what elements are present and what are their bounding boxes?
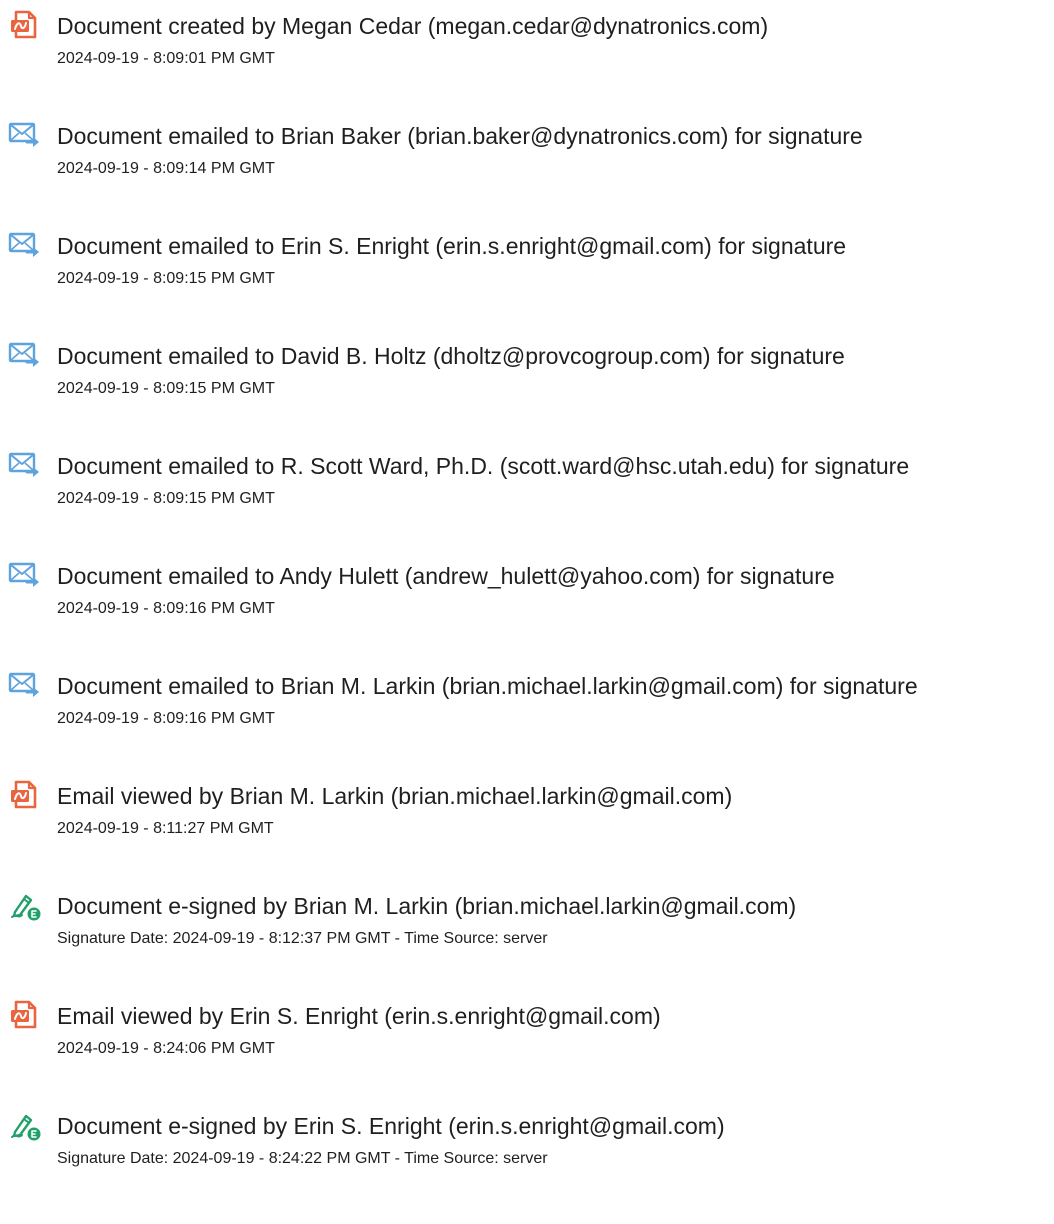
event-title: Document emailed to R. Scott Ward, Ph.D.… <box>57 453 910 479</box>
event-date: 2024-09-19 - 8:09:16 PM GMT <box>57 600 275 617</box>
event-title: Document created by Megan Cedar (megan.c… <box>57 13 769 39</box>
event-date: 2024-09-19 - 8:24:06 PM GMT <box>57 1040 275 1057</box>
event-date: 2024-09-19 - 8:09:01 PM GMT <box>57 50 275 67</box>
email-sent-icon <box>8 118 42 152</box>
event-date: 2024-09-19 - 8:11:27 PM GMT <box>57 820 274 837</box>
event-title: Document emailed to Andy Hulett (andrew_… <box>57 563 835 589</box>
event-title: Document emailed to David B. Holtz (dhol… <box>57 343 845 369</box>
audit-event: Document e-signed by Brian M. Larkin (br… <box>0 880 1054 960</box>
event-date: 2024-09-19 - 8:09:16 PM GMT <box>57 710 275 727</box>
email-sent-icon <box>8 338 42 372</box>
event-title: Document emailed to Brian Baker (brian.b… <box>57 123 863 149</box>
audit-event: Document emailed to David B. Holtz (dhol… <box>0 330 1054 410</box>
audit-event: Document emailed to R. Scott Ward, Ph.D.… <box>0 440 1054 520</box>
email-sent-icon <box>8 228 42 262</box>
event-title: Email viewed by Brian M. Larkin (brian.m… <box>57 783 733 809</box>
event-title: Document emailed to Erin S. Enright (eri… <box>57 233 847 259</box>
document-created-icon <box>8 8 42 42</box>
audit-event: Email viewed by Brian M. Larkin (brian.m… <box>0 770 1054 850</box>
audit-event: Document e-signed by Erin S. Enright (er… <box>0 1100 1054 1180</box>
audit-event: Email viewed by Erin S. Enright (erin.s.… <box>0 990 1054 1070</box>
audit-event: Document emailed to Brian Baker (brian.b… <box>0 110 1054 190</box>
event-date: 2024-09-19 - 8:09:14 PM GMT <box>57 160 275 177</box>
event-title: Document e-signed by Erin S. Enright (er… <box>57 1113 725 1139</box>
event-title: Document emailed to Brian M. Larkin (bri… <box>57 673 918 699</box>
event-title: Document e-signed by Brian M. Larkin (br… <box>57 893 797 919</box>
e-signature-icon <box>8 888 42 922</box>
event-title: Email viewed by Erin S. Enright (erin.s.… <box>57 1003 661 1029</box>
event-date: Signature Date: 2024-09-19 - 8:24:22 PM … <box>57 1150 548 1167</box>
email-sent-icon <box>8 448 42 482</box>
email-sent-icon <box>8 668 42 702</box>
audit-event: Document emailed to Andy Hulett (andrew_… <box>0 550 1054 630</box>
audit-event: Document created by Megan Cedar (megan.c… <box>0 0 1054 80</box>
event-date: 2024-09-19 - 8:09:15 PM GMT <box>57 380 275 397</box>
event-date: 2024-09-19 - 8:09:15 PM GMT <box>57 490 275 507</box>
document-viewed-icon <box>8 778 42 812</box>
e-signature-icon <box>8 1108 42 1142</box>
event-date: Signature Date: 2024-09-19 - 8:12:37 PM … <box>57 930 548 947</box>
document-viewed-icon <box>8 998 42 1032</box>
audit-event: Document emailed to Brian M. Larkin (bri… <box>0 660 1054 740</box>
audit-event: Document emailed to Erin S. Enright (eri… <box>0 220 1054 300</box>
email-sent-icon <box>8 558 42 592</box>
event-date: 2024-09-19 - 8:09:15 PM GMT <box>57 270 275 287</box>
